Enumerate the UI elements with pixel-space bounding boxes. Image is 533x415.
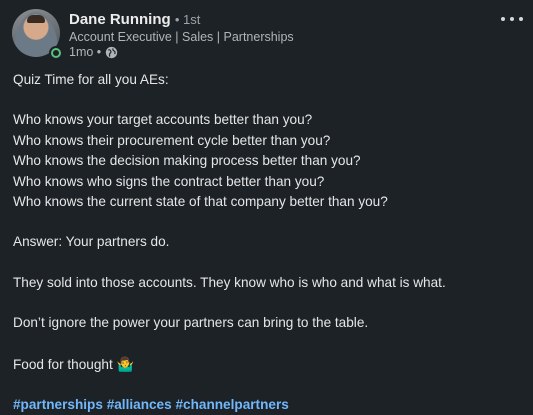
hashtag-link[interactable]: #channelpartners <box>175 397 288 412</box>
shrug-emoji: 🤷‍♂️ <box>116 355 134 372</box>
more-options-icon[interactable] <box>501 11 523 27</box>
question-line: Who knows your target accounts better th… <box>13 112 313 128</box>
hashtag-link[interactable]: #alliances <box>107 397 172 412</box>
globe-icon <box>105 46 118 58</box>
post-header: Dane Running • 1st Account Executive | S… <box>12 9 523 65</box>
author-name-line: Dane Running • 1st <box>69 11 200 28</box>
hashtag-link[interactable]: #partnerships <box>13 397 103 412</box>
food-text: Food for thought <box>13 356 113 372</box>
sold-line: They sold into those accounts. They know… <box>13 274 446 290</box>
hashtag-list: #partnerships #alliances #channelpartner… <box>13 395 523 415</box>
connection-degree: • 1st <box>174 12 201 27</box>
avatar-hair <box>27 15 45 23</box>
answer-line: Answer: Your partners do. <box>13 234 170 250</box>
post-meta: 1mo • <box>69 45 118 59</box>
question-line: Who knows the current state of that comp… <box>13 194 388 210</box>
ignore-line: Don’t ignore the power your partners can… <box>13 315 369 331</box>
post-time: 1mo • <box>69 45 102 59</box>
question-line: Who knows their procurement cycle better… <box>13 132 331 148</box>
online-status-icon <box>49 46 63 60</box>
question-line: Who knows who signs the contract better … <box>13 173 325 189</box>
author-headline: Account Executive | Sales | Partnerships <box>69 30 294 44</box>
food-line: Food for thought 🤷‍♂️ <box>13 354 523 375</box>
author-name[interactable]: Dane Running <box>69 11 171 28</box>
post-body: Quiz Time for all you AEs: Who knows you… <box>13 70 523 415</box>
post-intro: Quiz Time for all you AEs: <box>13 72 169 87</box>
question-line: Who knows the decision making process be… <box>13 153 361 169</box>
